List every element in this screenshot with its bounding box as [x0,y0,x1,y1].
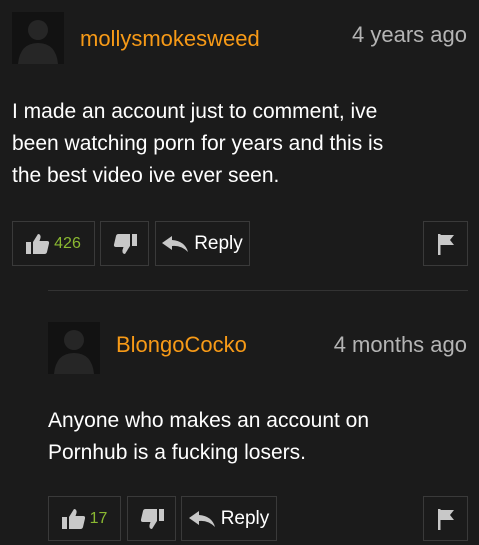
flag-button[interactable] [423,221,468,266]
timestamp: 4 years ago [352,22,467,47]
comment-text: Anyone who makes an account on Pornhub i… [48,405,468,469]
avatar[interactable] [12,12,64,64]
like-count: 17 [89,509,108,527]
reply-button[interactable]: Reply [181,496,277,541]
reply-arrow-icon [188,510,215,527]
dislike-button[interactable] [100,221,149,266]
timestamp: 4 months ago [333,332,467,357]
avatar[interactable] [48,322,100,374]
avatar-silhouette-icon [18,20,58,64]
dislike-button[interactable] [127,496,176,541]
comment-text-line: I made an account just to comment, ive [12,100,378,123]
flag-icon [437,508,454,530]
thumbs-up-icon [26,233,50,254]
reply-label: Reply [220,507,270,529]
comment-text-line: been watching porn for years and this is [12,132,384,155]
comment-text-line: Pornhub is a fucking losers. [48,441,306,464]
reply-label: Reply [194,232,243,254]
comment-text: I made an account just to comment, ive b… [12,96,472,192]
thumbs-down-icon [113,233,137,254]
like-count: 426 [54,234,81,252]
avatar-silhouette-icon [54,330,94,374]
reply-button[interactable]: Reply [155,221,250,266]
flag-button[interactable] [423,496,468,541]
like-button[interactable]: 426 [12,221,95,266]
comment-text-line: the best video ive ever seen. [12,164,280,187]
reply-divider [48,290,468,291]
reply-arrow-icon [162,235,189,252]
username[interactable]: mollysmokesweed [80,26,260,52]
thumbs-up-icon [61,508,85,529]
comment-text-line: Anyone who makes an account on [48,409,370,432]
like-button[interactable]: 17 [48,496,121,541]
flag-icon [437,233,454,255]
username[interactable]: BlongoCocko [116,332,247,358]
thumbs-down-icon [140,508,164,529]
